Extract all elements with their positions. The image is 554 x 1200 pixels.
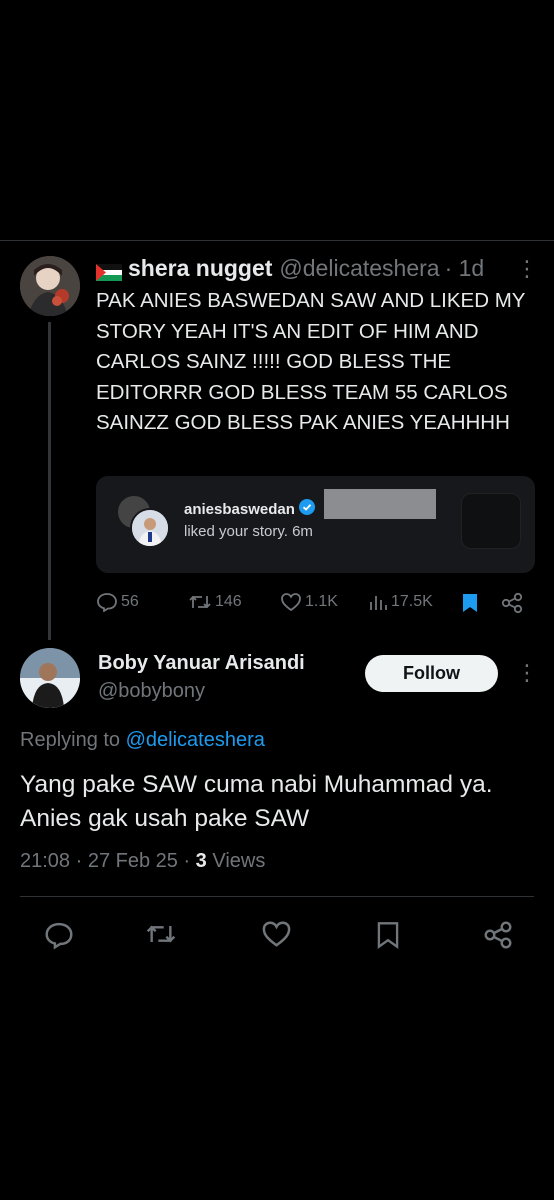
reply-views-label: Views (212, 850, 266, 872)
reply-handle[interactable]: @bobybony (98, 680, 205, 703)
parent-time: · 1d (444, 255, 485, 281)
reply-views-count: 3 (195, 850, 207, 872)
notification-text: liked your story. 6m (184, 523, 313, 540)
reply-meta: 21:08 · 27 Feb 25 · 3 Views (20, 850, 265, 873)
like-action[interactable]: 1.1K (280, 592, 338, 612)
bookmark-action[interactable] (460, 592, 483, 614)
repost-button[interactable] (145, 920, 177, 953)
repost-count: 146 (215, 593, 242, 610)
reply-count: 56 (121, 593, 139, 610)
thread-line (48, 322, 51, 640)
palestine-flag-icon (96, 260, 122, 281)
parent-tweet-header: shera nugget @delicateshera · 1d (96, 255, 484, 282)
notification-avatars (116, 494, 170, 548)
like-count: 1.1K (305, 593, 338, 610)
parent-display-name[interactable]: shera nugget (128, 255, 272, 282)
like-button[interactable] (261, 920, 292, 953)
story-notification-card[interactable]: aniesbaswedan liked your story. 6m (96, 476, 535, 573)
repost-icon (189, 595, 211, 609)
parent-tweet-text: PAK ANIES BASWEDAN SAW AND LIKED MY STOR… (96, 289, 526, 434)
parent-more-icon[interactable]: ⋮ (516, 258, 538, 280)
reply-button[interactable] (44, 920, 74, 955)
bookmark-icon (377, 922, 399, 949)
notification-username[interactable]: aniesbaswedan (184, 499, 315, 519)
views-icon (370, 596, 387, 610)
avatar-boby[interactable] (20, 648, 80, 708)
share-button[interactable] (482, 920, 514, 955)
reply-more-icon[interactable]: ⋮ (516, 662, 538, 684)
follow-button[interactable]: Follow (365, 655, 498, 692)
repost-icon (146, 925, 176, 943)
bookmark-filled-icon (463, 594, 477, 612)
redacted-block (324, 489, 436, 519)
reply-timestamp[interactable]: 21:08 · 27 Feb 25 · (20, 850, 190, 872)
parent-handle[interactable]: @delicateshera (279, 255, 439, 282)
share-action[interactable] (500, 592, 527, 614)
heart-icon (262, 921, 291, 947)
replying-to: Replying to @delicateshera (20, 729, 265, 752)
repost-action[interactable]: 146 (188, 592, 242, 612)
reply-icon (45, 922, 73, 950)
reply-display-name[interactable]: Boby Yanuar Arisandi (98, 652, 305, 675)
reply-text: Yang pake SAW cuma nabi Muhammad ya. Ani… (20, 771, 493, 832)
replying-prefix: Replying to (20, 729, 121, 751)
share-icon (484, 921, 512, 949)
actions-divider (20, 896, 534, 897)
parent-action-bar: 56 146 1.1K 17.5K (96, 592, 536, 618)
share-icon (501, 592, 523, 614)
avatar-shera[interactable] (20, 256, 80, 316)
views-action[interactable]: 17.5K (368, 592, 433, 612)
reply-action[interactable]: 56 (96, 592, 139, 612)
replying-handle-link[interactable]: @delicateshera (126, 729, 265, 751)
bookmark-button[interactable] (375, 920, 401, 955)
views-count: 17.5K (391, 593, 433, 610)
heart-icon (281, 593, 301, 612)
reply-action-bar (0, 920, 554, 952)
notification-username-text: aniesbaswedan (184, 500, 295, 518)
reply-icon (97, 593, 117, 612)
verified-icon (298, 499, 315, 519)
story-thumbnail[interactable] (461, 493, 521, 549)
top-divider (0, 240, 554, 241)
mini-avatar-2 (130, 508, 170, 548)
